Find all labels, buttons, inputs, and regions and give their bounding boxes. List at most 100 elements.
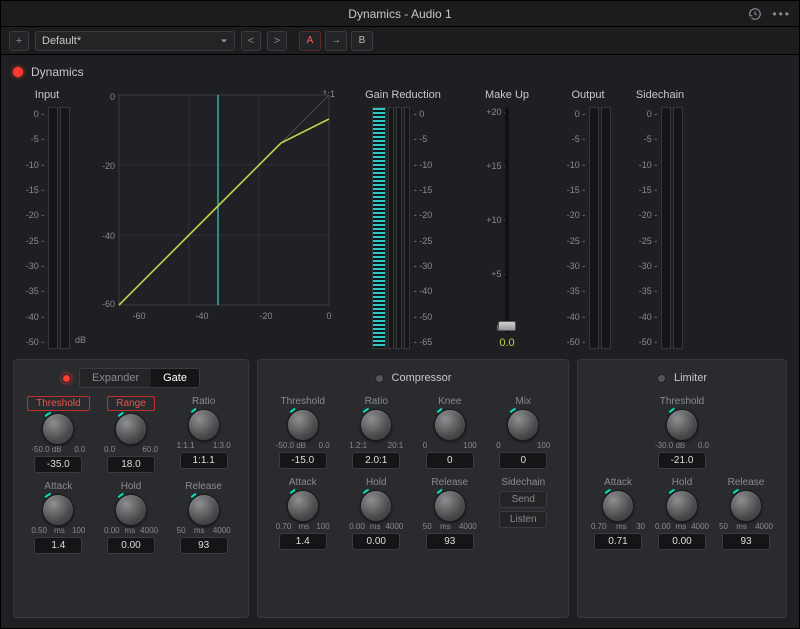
ab-copy-button[interactable]: → [325,31,347,51]
svg-text:0: 0 [326,311,331,321]
comp-knee-value[interactable]: 0 [426,452,474,469]
gate-tab[interactable]: Gate [151,369,199,387]
add-preset-button[interactable]: + [9,31,29,51]
lim-enable-dot[interactable] [657,374,666,383]
gate-hold-value[interactable]: 0.00 [107,537,155,554]
comp-mix-knob[interactable] [507,409,539,441]
sidechain-send-button[interactable]: Send [499,491,547,508]
ab-a-button[interactable]: A [299,31,321,51]
svg-text:-60: -60 [102,299,115,309]
gate-ratio-knob[interactable] [188,409,220,441]
gate-release-knob[interactable] [188,494,220,526]
comp-hold-value[interactable]: 0.00 [352,533,400,550]
preset-next-button[interactable]: > [267,31,287,51]
transfer-curve-graph[interactable]: 1:1 dB 0 -20 -40 [89,89,339,349]
output-meter: Output 0 --5 --10 --15 --20 --25 --30 --… [555,89,621,349]
svg-text:-60: -60 [132,311,145,321]
lim-threshold-value[interactable]: -21.0 [658,452,706,469]
gate-ratio-value[interactable]: 1:1.1 [180,452,228,469]
gate-threshold-label: Threshold [27,396,89,411]
gate-hold-knob[interactable] [115,494,147,526]
preset-prev-button[interactable]: < [241,31,261,51]
gate-range-value[interactable]: 18.0 [107,456,155,473]
makeup-scale: +20 -+15 -+10 -+5 -0 - [481,107,507,333]
gate-range-label: Range [107,396,154,411]
gate-attack-value[interactable]: 1.4 [34,537,82,554]
comp-attack-knob[interactable] [287,490,319,522]
gate-release-label: Release [185,481,222,492]
sidechain-meter-bar-l [661,107,671,349]
gate-enable-dot[interactable] [62,374,71,383]
lim-threshold-knob[interactable] [666,409,698,441]
gain-reduction-meter: Gain Reduction - 0- -5- -10- -15- -20- -… [347,89,459,349]
lim-attack-knob[interactable] [602,490,634,522]
section-title: Dynamics [31,65,84,79]
gate-threshold-knob[interactable] [42,413,74,445]
gate-range-knob[interactable] [115,413,147,445]
lim-release-value[interactable]: 93 [722,533,770,550]
lim-release-knob[interactable] [730,490,762,522]
gate-attack-knob[interactable] [42,494,74,526]
input-meter-bar-l [48,107,58,349]
comp-sidechain-label: Sidechain [501,477,545,488]
lim-hold-knob[interactable] [666,490,698,522]
sidechain-meter: Sidechain 0 --5 --10 --15 --20 --25 --30… [629,89,691,349]
comp-ratio-knob[interactable] [360,409,392,441]
compressor-title: Compressor [392,372,452,384]
comp-ratio-value[interactable]: 2.0:1 [352,452,400,469]
power-led-icon[interactable] [13,67,23,77]
comp-release-value[interactable]: 93 [426,533,474,550]
gate-release-value[interactable]: 93 [180,537,228,554]
gr-meter-scale: - 0- -5- -10- -15- -20- -25- -30- -40- -… [412,107,435,349]
gate-threshold: Threshold -50.0 dB0.0 -35.0 [24,396,93,473]
compressor-module: Compressor Threshold-50.0 dB0.0-15.0 Rat… [257,359,569,618]
gate-threshold-value[interactable]: -35.0 [34,456,82,473]
comp-threshold-knob[interactable] [287,409,319,441]
gate-attack-label: Attack [44,481,72,492]
gate-hold: Hold 0.00ms4000 0.00 [97,481,166,554]
sidechain-meter-label: Sidechain [636,89,684,101]
titlebar: Dynamics - Audio 1 ••• [1,1,799,27]
preset-dropdown[interactable]: Default* [35,31,235,51]
makeup-track[interactable]: +20 -+15 -+10 -+5 -0 - [487,107,527,333]
content: Dynamics Input 0 --5 --10 --15 --20 --25… [1,55,799,628]
lim-attack-value[interactable]: 0.71 [594,533,642,550]
makeup-value[interactable]: 0.0 [499,337,514,349]
output-meter-label: Output [571,89,604,101]
gr-bar-1 [388,107,394,349]
lim-hold-value[interactable]: 0.00 [658,533,706,550]
preset-name: Default* [42,35,81,47]
more-icon[interactable]: ••• [772,7,791,21]
ab-b-button[interactable]: B [351,31,373,51]
gate-ratio: Ratio 1:1.11:3.0 1:1.1 [169,396,238,473]
comp-release-knob[interactable] [434,490,466,522]
ab-compare: A → B [299,31,373,51]
gate-ratio-label: Ratio [192,396,215,407]
comp-enable-dot[interactable] [375,374,384,383]
gate-mode-segment: Expander Gate [79,368,200,388]
input-meter-scale: 0 --5 --10 --15 --20 --25 --30 --35 --40… [24,107,47,349]
section-header: Dynamics [13,65,787,79]
toolbar: + Default* < > A → B [1,27,799,55]
comp-mix-value[interactable]: 0 [499,452,547,469]
graph-db-label: dB [75,335,86,345]
sidechain-listen-button[interactable]: Listen [499,511,547,528]
expander-tab[interactable]: Expander [80,369,151,387]
comp-sidechain: Sidechain Send Listen [489,477,559,550]
comp-threshold-value[interactable]: -15.0 [279,452,327,469]
gate-hold-label: Hold [121,481,142,492]
input-meter-bar-r [60,107,70,349]
makeup-label: Make Up [485,89,529,101]
output-meter-bar-r [601,107,611,349]
svg-text:-40: -40 [195,311,208,321]
visualization-row: Input 0 --5 --10 --15 --20 --25 --30 --3… [13,89,787,349]
comp-attack-value[interactable]: 1.4 [279,533,327,550]
makeup-thumb[interactable] [498,321,516,331]
input-meter: Input 0 --5 --10 --15 --20 --25 --30 --3… [13,89,81,349]
sidechain-meter-bar-r [673,107,683,349]
comp-knee-knob[interactable] [434,409,466,441]
output-meter-scale: 0 --5 --10 --15 --20 --25 --30 --35 --40… [565,107,588,349]
gr-total-bar [372,107,386,349]
history-icon[interactable] [748,7,762,21]
comp-hold-knob[interactable] [360,490,392,522]
